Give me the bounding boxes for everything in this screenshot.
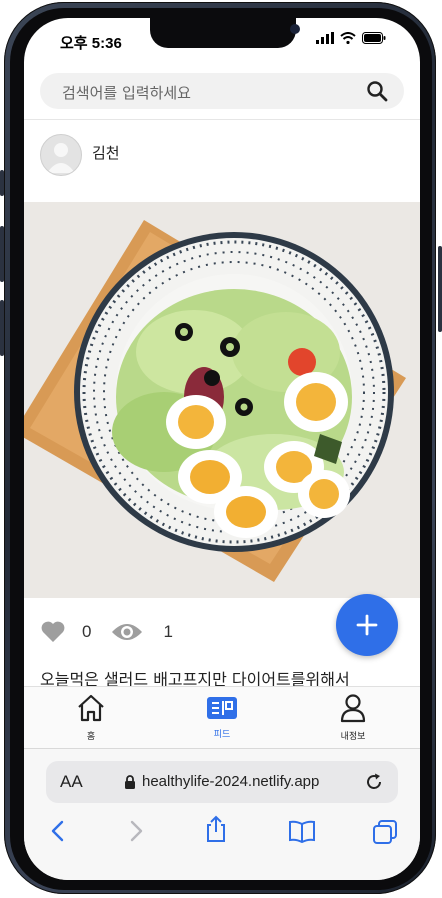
- post-author[interactable]: 김천: [92, 142, 120, 163]
- plus-icon: [356, 614, 378, 636]
- tabs-icon[interactable]: [372, 819, 398, 845]
- power-button: [438, 246, 442, 332]
- nav-feed-label: 피드: [213, 730, 231, 740]
- wifi-icon: [340, 32, 356, 44]
- battery-icon: [362, 32, 386, 44]
- signal-icon: [316, 32, 334, 44]
- lock-icon: [125, 775, 135, 789]
- home-icon: [78, 694, 104, 722]
- user-avatar-icon: [47, 143, 75, 173]
- heart-icon[interactable]: [40, 620, 66, 644]
- volume-down-button: [0, 300, 4, 356]
- bottom-nav: 홈 피드 내정보: [24, 686, 420, 749]
- add-post-button[interactable]: [336, 594, 398, 656]
- avatar[interactable]: [40, 134, 82, 176]
- notch: [150, 18, 300, 48]
- nav-profile-label: 내정보: [340, 732, 366, 742]
- back-icon[interactable]: [48, 819, 68, 843]
- eye-icon: [112, 624, 143, 640]
- like-count: 0: [82, 622, 92, 641]
- nav-feed[interactable]: 피드: [177, 693, 267, 740]
- share-icon[interactable]: [204, 815, 228, 843]
- silent-switch: [0, 170, 4, 196]
- status-time: 오후 5:36: [60, 35, 122, 52]
- status-icons: [316, 32, 386, 44]
- bookmarks-icon[interactable]: [288, 819, 316, 843]
- text-size-button[interactable]: AA: [60, 772, 83, 792]
- header-divider: [24, 119, 420, 120]
- browser-toolbar: AA healthylife-2024.netlify.app: [24, 748, 420, 880]
- url-text[interactable]: healthylife-2024.netlify.app: [142, 773, 319, 790]
- salad-image: [24, 202, 420, 598]
- nav-home-label: 홈: [86, 732, 96, 742]
- volume-up-button: [0, 226, 4, 282]
- search-input[interactable]: 검색어를 입력하세요: [62, 82, 191, 103]
- nav-profile[interactable]: 내정보: [308, 693, 398, 742]
- reload-icon[interactable]: [364, 772, 384, 792]
- screen: 오후 5:36 검색어를 입력하세요 김천 0 1 오늘먹은 샐러드 배고프지만…: [24, 18, 420, 880]
- view-count: 1: [163, 622, 173, 641]
- search-bar[interactable]: 검색어를 입력하세요: [40, 73, 404, 109]
- search-icon[interactable]: [366, 80, 388, 102]
- nav-home[interactable]: 홈: [46, 693, 136, 742]
- forward-icon[interactable]: [126, 819, 146, 843]
- front-camera: [290, 24, 300, 34]
- feed-icon: [207, 697, 237, 719]
- address-bar[interactable]: AA healthylife-2024.netlify.app: [46, 761, 398, 803]
- profile-icon: [340, 694, 366, 723]
- post-photo: [24, 202, 420, 598]
- post-stats: 0 1: [40, 620, 173, 644]
